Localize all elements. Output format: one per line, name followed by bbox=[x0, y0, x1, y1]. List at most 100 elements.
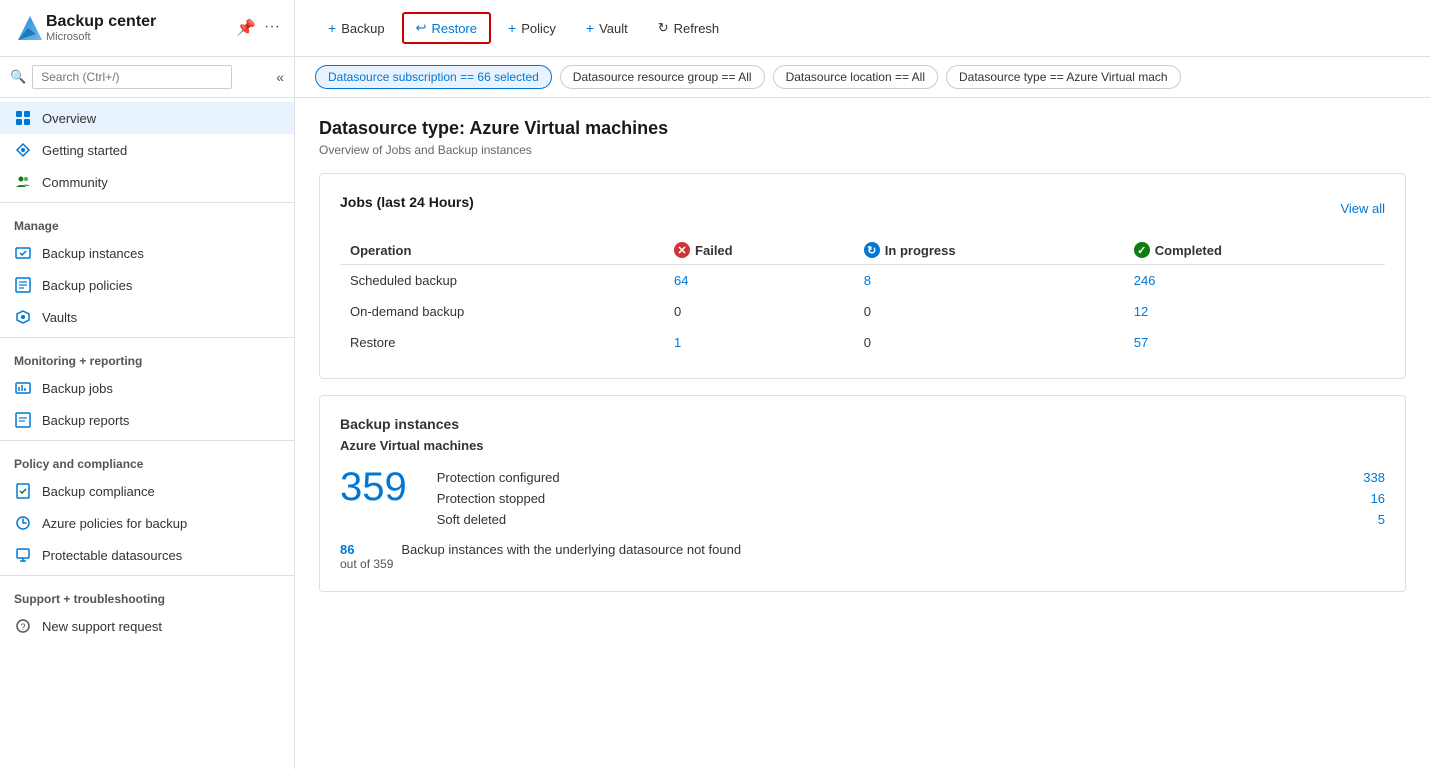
col-completed-header: ✓ Completed bbox=[1124, 236, 1385, 265]
refresh-label: Refresh bbox=[674, 21, 720, 36]
job-inprogress-cell[interactable]: 8 bbox=[854, 265, 1124, 297]
inprogress-value: 0 bbox=[864, 304, 871, 319]
filter-location[interactable]: Datasource location == All bbox=[773, 65, 938, 89]
backup-instances-body: 359 Protection configured 338 Protection… bbox=[340, 467, 1385, 530]
job-completed-cell[interactable]: 57 bbox=[1124, 327, 1385, 358]
sidebar-item-overview[interactable]: Overview bbox=[0, 102, 294, 134]
inprogress-status-icon: ↻ bbox=[864, 242, 880, 258]
failed-value[interactable]: 1 bbox=[674, 335, 681, 350]
completed-value[interactable]: 246 bbox=[1134, 273, 1156, 288]
backup-instances-subtitle: Azure Virtual machines bbox=[340, 438, 1385, 453]
sidebar-item-vaults[interactable]: Vaults bbox=[0, 301, 294, 333]
job-operation-cell: Restore bbox=[340, 327, 664, 358]
refresh-icon: ↻ bbox=[658, 20, 669, 36]
protectable-datasources-icon bbox=[14, 546, 32, 564]
table-row: Scheduled backup 64 8 246 bbox=[340, 265, 1385, 297]
restore-label: Restore bbox=[431, 21, 477, 36]
filter-location-label: Datasource location == All bbox=[786, 70, 925, 84]
col-failed-label: Failed bbox=[695, 243, 733, 258]
backup-instances-total: 359 bbox=[340, 467, 407, 507]
failed-value[interactable]: 64 bbox=[674, 273, 688, 288]
job-failed-cell: 0 bbox=[664, 296, 854, 327]
more-icon[interactable]: ··· bbox=[264, 18, 280, 38]
backup-instances-detail: Protection configured 338 Protection sto… bbox=[437, 467, 1385, 530]
sidebar-item-backup-compliance[interactable]: Backup compliance bbox=[0, 475, 294, 507]
restore-icon: ↩ bbox=[416, 20, 427, 36]
sidebar-item-community[interactable]: Community bbox=[0, 166, 294, 198]
support-divider bbox=[0, 575, 294, 576]
page-subtitle: Overview of Jobs and Backup instances bbox=[319, 143, 1406, 157]
plus-icon-vault: + bbox=[586, 20, 594, 36]
jobs-view-all-link[interactable]: View all bbox=[1340, 201, 1385, 216]
vaults-icon bbox=[14, 308, 32, 326]
filter-resource-group[interactable]: Datasource resource group == All bbox=[560, 65, 765, 89]
jobs-table: Operation ✕ Failed ↻ In progress bbox=[340, 236, 1385, 358]
collapse-icon[interactable]: « bbox=[276, 69, 284, 85]
footer-count: 86 bbox=[340, 542, 393, 557]
sidebar-search-bar: 🔍 « bbox=[0, 57, 294, 98]
inprogress-value: 0 bbox=[864, 335, 871, 350]
job-inprogress-cell: 0 bbox=[854, 327, 1124, 358]
filter-resource-group-label: Datasource resource group == All bbox=[573, 70, 752, 84]
sidebar-item-backup-jobs-label: Backup jobs bbox=[42, 381, 113, 396]
job-completed-cell[interactable]: 12 bbox=[1124, 296, 1385, 327]
search-input[interactable] bbox=[32, 65, 232, 89]
instances-detail-row: Protection configured 338 bbox=[437, 467, 1385, 488]
sidebar-item-backup-instances[interactable]: Backup instances bbox=[0, 237, 294, 269]
sidebar-item-new-support-request[interactable]: ? New support request bbox=[0, 610, 294, 642]
instances-detail-value[interactable]: 16 bbox=[1371, 491, 1385, 506]
policy-button[interactable]: + Policy bbox=[495, 13, 569, 43]
job-inprogress-cell: 0 bbox=[854, 296, 1124, 327]
completed-value[interactable]: 12 bbox=[1134, 304, 1148, 319]
support-section-label: Support + troubleshooting bbox=[0, 580, 294, 610]
toolbar: + Backup ↩ Restore + Policy + Vault ↻ Re… bbox=[295, 0, 1430, 57]
page-title: Datasource type: Azure Virtual machines bbox=[319, 118, 1406, 139]
policy-divider bbox=[0, 440, 294, 441]
instances-detail-value[interactable]: 5 bbox=[1378, 512, 1385, 527]
policy-section-label: Policy and compliance bbox=[0, 445, 294, 475]
failed-status-icon: ✕ bbox=[674, 242, 690, 258]
failed-value: 0 bbox=[674, 304, 681, 319]
completed-value[interactable]: 57 bbox=[1134, 335, 1148, 350]
svg-text:?: ? bbox=[20, 622, 25, 632]
sidebar-item-protectable-datasources[interactable]: Protectable datasources bbox=[0, 539, 294, 571]
overview-icon bbox=[14, 109, 32, 127]
restore-button[interactable]: ↩ Restore bbox=[402, 12, 491, 44]
sidebar-item-protectable-datasources-label: Protectable datasources bbox=[42, 548, 182, 563]
sidebar-item-backup-compliance-label: Backup compliance bbox=[42, 484, 155, 499]
filter-datasource-type-label: Datasource type == Azure Virtual mach bbox=[959, 70, 1168, 84]
backup-button[interactable]: + Backup bbox=[315, 13, 398, 43]
job-completed-cell[interactable]: 246 bbox=[1124, 265, 1385, 297]
backup-center-logo bbox=[14, 12, 46, 44]
sidebar-title-block: Backup center Microsoft bbox=[46, 13, 236, 43]
instances-detail-label: Protection configured bbox=[437, 470, 560, 485]
vault-button[interactable]: + Vault bbox=[573, 13, 641, 43]
monitoring-section-label: Monitoring + reporting bbox=[0, 342, 294, 372]
getting-started-icon bbox=[14, 141, 32, 159]
refresh-button[interactable]: ↻ Refresh bbox=[645, 13, 732, 43]
footer-note: Backup instances with the underlying dat… bbox=[401, 542, 741, 571]
job-failed-cell[interactable]: 1 bbox=[664, 327, 854, 358]
filter-bar: Datasource subscription == 66 selected D… bbox=[295, 57, 1430, 98]
instances-detail-value[interactable]: 338 bbox=[1363, 470, 1385, 485]
col-completed-label: Completed bbox=[1155, 243, 1222, 258]
sidebar-item-azure-policies-label: Azure policies for backup bbox=[42, 516, 187, 531]
filter-subscription[interactable]: Datasource subscription == 66 selected bbox=[315, 65, 552, 89]
instances-detail-label: Protection stopped bbox=[437, 491, 545, 506]
inprogress-value[interactable]: 8 bbox=[864, 273, 871, 288]
job-failed-cell[interactable]: 64 bbox=[664, 265, 854, 297]
sidebar-item-backup-reports[interactable]: Backup reports bbox=[0, 404, 294, 436]
sidebar-item-getting-started[interactable]: Getting started bbox=[0, 134, 294, 166]
plus-icon-backup: + bbox=[328, 20, 336, 36]
filter-datasource-type[interactable]: Datasource type == Azure Virtual mach bbox=[946, 65, 1181, 89]
sidebar-item-azure-policies[interactable]: Azure policies for backup bbox=[0, 507, 294, 539]
sidebar-item-backup-instances-label: Backup instances bbox=[42, 246, 144, 261]
pin-icon[interactable]: 📌 bbox=[236, 18, 256, 38]
table-row: On-demand backup 0 0 12 bbox=[340, 296, 1385, 327]
backup-instances-title: Backup instances bbox=[340, 416, 1385, 432]
sidebar-item-backup-jobs[interactable]: Backup jobs bbox=[0, 372, 294, 404]
backup-label: Backup bbox=[341, 21, 384, 36]
instances-detail-label: Soft deleted bbox=[437, 512, 506, 527]
sidebar-item-community-label: Community bbox=[42, 175, 108, 190]
sidebar-item-backup-policies[interactable]: Backup policies bbox=[0, 269, 294, 301]
